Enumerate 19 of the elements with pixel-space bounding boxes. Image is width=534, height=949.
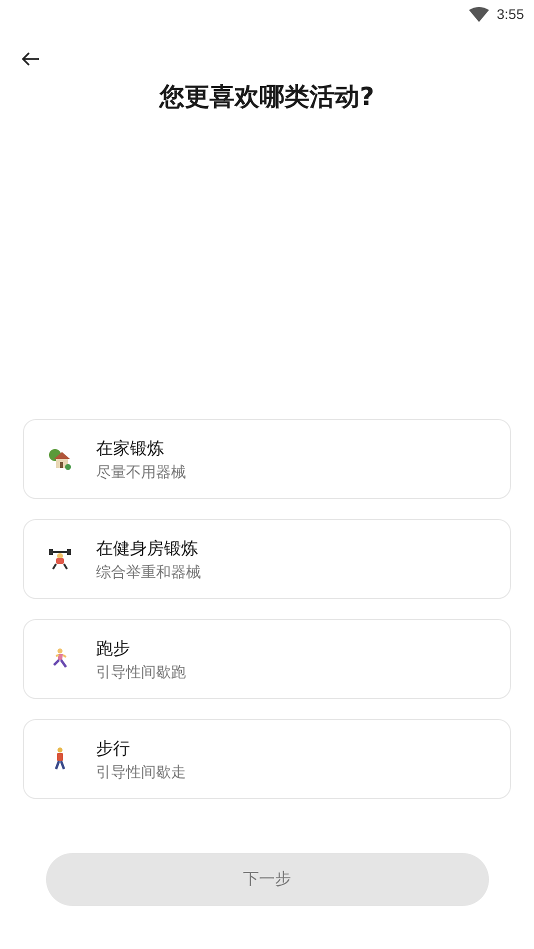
walker-icon (52, 747, 68, 771)
activity-option[interactable]: 步行 引导性间歇走 (23, 719, 511, 799)
activity-option[interactable]: 在家锻炼 尽量不用器械 (23, 419, 511, 499)
activity-option[interactable]: 在健身房锻炼 综合举重和器械 (23, 519, 511, 599)
option-title: 在健身房锻炼 (96, 538, 199, 560)
option-title: 步行 (96, 738, 131, 760)
option-subtitle: 尽量不用器械 (96, 462, 186, 482)
wifi-icon (468, 6, 489, 22)
activity-option[interactable]: 跑步 引导性间歇跑 (23, 619, 511, 699)
option-subtitle: 引导性间歇跑 (96, 662, 186, 682)
status-time: 3:55 (496, 6, 524, 22)
back-arrow-icon (22, 52, 40, 66)
page-title: 您更喜欢哪类活动? (158, 81, 376, 113)
option-title: 在家锻炼 (96, 438, 165, 460)
option-subtitle: 综合举重和器械 (96, 562, 201, 582)
option-title: 跑步 (96, 638, 131, 660)
option-subtitle: 引导性间歇走 (96, 762, 186, 782)
weightlifter-icon (48, 548, 72, 570)
house-icon (48, 448, 72, 470)
